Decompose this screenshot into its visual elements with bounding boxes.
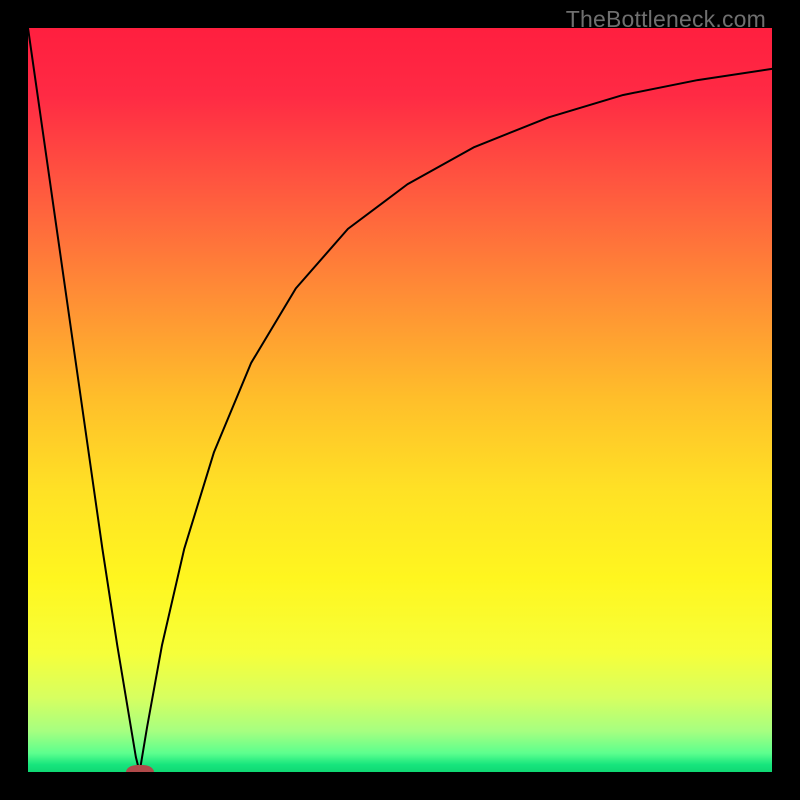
plot-area <box>28 28 772 772</box>
curve-right-branch <box>140 69 772 772</box>
watermark-text: TheBottleneck.com <box>566 6 766 33</box>
chart-frame: TheBottleneck.com <box>0 0 800 800</box>
curve-layer <box>28 28 772 772</box>
curve-left-branch <box>28 28 140 772</box>
min-marker <box>126 765 154 772</box>
